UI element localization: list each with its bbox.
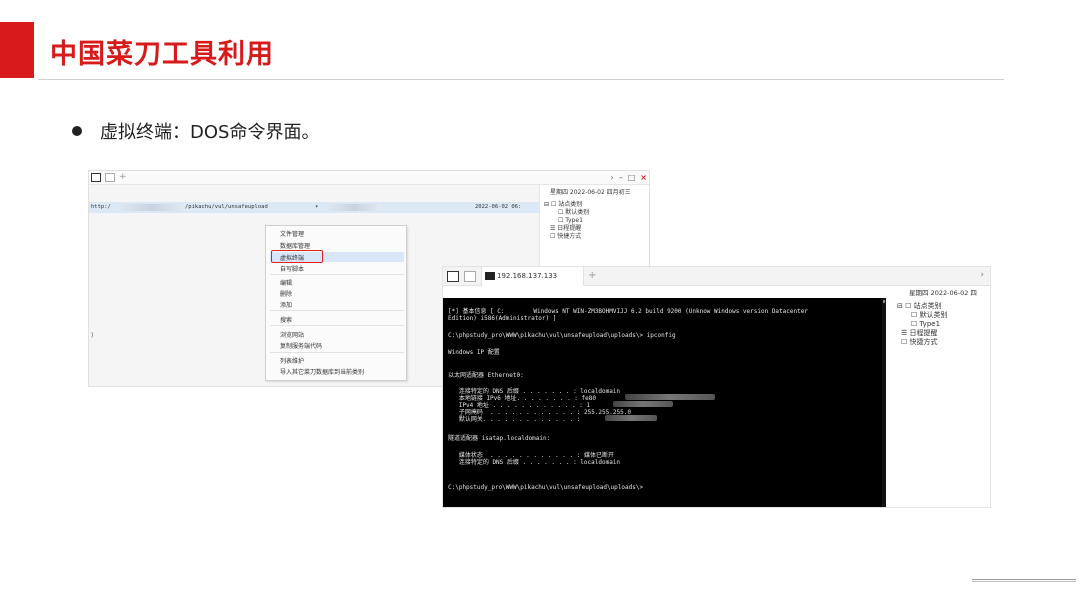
menu-divider (270, 352, 404, 353)
menu-divider (270, 310, 404, 311)
terminal-tabbar: 192.168.137.133 + › (443, 267, 990, 286)
footer-divider (972, 579, 1076, 582)
bullet-text: 虚拟终端：DOS命令界面。 (100, 122, 320, 143)
category-tree: ⊟ ☐ 站点类别 ☐ 默认类别 ☐ Type1 ☰ 日程提醒 ☐ 快捷方式 (897, 302, 948, 347)
tree-item-shortcut[interactable]: ☐ 快捷方式 (897, 338, 948, 347)
menu-item-custom-script[interactable]: 自写脚本 (280, 264, 304, 273)
new-tab-icon[interactable]: + (119, 172, 127, 182)
tree-item-shortcut[interactable]: ☐ 快捷方式 (544, 233, 589, 241)
tree-item-schedule[interactable]: ☰ 日程提醒 (544, 225, 589, 233)
tree-item-default[interactable]: ☐ 默认类别 (544, 209, 589, 217)
terminal-line: 媒体状态 . . . . . . . . . . . . : 媒体已断开 (448, 452, 614, 459)
tab-label: 192.168.137.133 (497, 272, 558, 280)
redacted-ip (121, 204, 183, 211)
terminal-line: 连接特定的 DNS 后缀 . . . . . . . : localdomain (448, 459, 621, 466)
terminal-prompt: C:\phpstudy_pro\WWW\pikachu\vul\unsafeup… (448, 484, 644, 491)
bullet-item: 虚拟终端：DOS命令界面。 (72, 118, 319, 144)
close-icon[interactable]: × (640, 173, 647, 182)
site-row[interactable]: http:/ /pikachu/vul/unsafeupload 2022-06… (89, 202, 539, 213)
tree-item-site-category[interactable]: ⊟ ☐ 站点类别 (544, 201, 589, 209)
redacted-address (625, 394, 715, 400)
panel-edge-mark: ) (91, 332, 94, 339)
tab-terminal[interactable]: 192.168.137.133 (481, 267, 584, 286)
window-icon[interactable] (105, 173, 115, 182)
menu-item-copy-server-code[interactable]: 复制服务端代码 (280, 341, 322, 350)
menu-divider (270, 325, 404, 326)
menu-item-add[interactable]: 添加 (280, 300, 292, 309)
menu-item-delete[interactable]: 删除 (280, 289, 292, 298)
window-icon[interactable] (464, 271, 476, 282)
slide: 中国菜刀工具利用 虚拟终端：DOS命令界面。 + › – □ × http:/ … (0, 0, 1080, 608)
terminal-line: Edition) i586(Administrator) ] (448, 315, 557, 322)
context-menu: 文件管理 数据库管理 虚拟终端 自写脚本 编辑 删除 添加 搜索 浏览网站 复制… (265, 225, 407, 381)
chopper-titlebar: + › – □ × (89, 171, 649, 185)
menu-item-search[interactable]: 搜索 (280, 315, 292, 324)
terminal-output[interactable]: [*] 基本信息 [ C: Windows NT WIN-ZM3BOHMVIJJ… (443, 298, 886, 507)
chevron-right-icon[interactable]: › (980, 270, 984, 280)
menu-item-db-manager[interactable]: 数据库管理 (280, 241, 310, 250)
redacted-address (613, 401, 673, 407)
maximize-icon[interactable]: □ (628, 173, 636, 182)
terminal-line: 本地链接 IPv6 地址. . . . . . . . : fe80 (448, 395, 596, 402)
tree-item-schedule[interactable]: ☰ 日程提醒 (897, 329, 948, 338)
sidebar-date: 星期四 2022-06-02 四 (909, 289, 977, 297)
site-url-path: /pikachu/vul/unsafeupload (185, 204, 268, 210)
virtual-terminal-screenshot: 192.168.137.133 + › [*] 基本信息 [ C: Window… (442, 266, 991, 508)
site-date: 2022-06-02 06: (475, 204, 522, 210)
terminal-line: 隧道适配器 isatap.localdomain: (448, 435, 551, 442)
sidebar-date: 星期四 2022-06-02 四月初三 (550, 189, 631, 196)
terminal-icon (485, 272, 495, 280)
redacted-ip (329, 204, 381, 211)
menu-divider (270, 274, 404, 275)
chevron-right-icon[interactable]: › (611, 173, 614, 182)
menu-item-browse-site[interactable]: 浏览网站 (280, 330, 304, 339)
menu-item-file-manager[interactable]: 文件管理 (280, 229, 304, 238)
title-divider (38, 79, 1004, 80)
terminal-line: 默认网关. . . . . . . . . . . . . : (448, 416, 581, 423)
tree-item-type1[interactable]: ☐ Type1 (897, 320, 948, 329)
tree-item-default[interactable]: ☐ 默认类别 (897, 311, 948, 320)
window-icon[interactable] (91, 173, 101, 182)
terminal-scrollbar[interactable] (882, 298, 886, 507)
menu-item-list-maintain[interactable]: 列表维护 (280, 356, 304, 365)
terminal-line: 连接特定的 DNS 后缀 . . . . . . . : localdomain (448, 388, 621, 395)
window-icon[interactable] (447, 271, 459, 282)
redacted-address (605, 415, 657, 421)
terminal-line: IPv4 地址 . . . . . . . . . . . . : 1 (448, 402, 591, 409)
tree-item-type1[interactable]: ☐ Type1 (544, 217, 589, 225)
menu-item-edit[interactable]: 编辑 (280, 278, 292, 287)
tree-item-site-category[interactable]: ⊟ ☐ 站点类别 (897, 302, 948, 311)
terminal-line: C:\phpstudy_pro\WWW\pikachu\vul\unsafeup… (448, 332, 676, 339)
dropdown-arrow-icon: ▾ (315, 204, 319, 210)
category-tree: ⊟ ☐ 站点类别 ☐ 默认类别 ☐ Type1 ☰ 日程提醒 ☐ 快捷方式 (544, 201, 589, 241)
site-url-prefix: http:/ (91, 204, 111, 210)
bullet-dot-icon (72, 126, 82, 136)
calendar-sidebar: 星期四 2022-06-02 四 ⊟ ☐ 站点类别 ☐ 默认类别 ☐ Type1… (887, 286, 990, 507)
minimize-icon[interactable]: – (619, 173, 623, 182)
new-tab-icon[interactable]: + (588, 270, 596, 281)
highlight-box (271, 250, 323, 263)
terminal-line: 以太网适配器 Ethernet0: (448, 372, 524, 379)
slide-title: 中国菜刀工具利用 (50, 39, 274, 70)
terminal-line: 子网掩码 . . . . . . . . . . . . : 255.255.2… (448, 409, 631, 416)
terminal-line: [*] 基本信息 [ C: Windows NT WIN-ZM3BOHMVIJJ… (448, 308, 808, 315)
terminal-line: Windows IP 配置 (448, 349, 500, 356)
window-controls: › – □ × (611, 173, 647, 182)
menu-item-import-db[interactable]: 导入其它菜刀数据库到当前类别 (280, 367, 364, 376)
title-accent-bar (0, 22, 34, 78)
